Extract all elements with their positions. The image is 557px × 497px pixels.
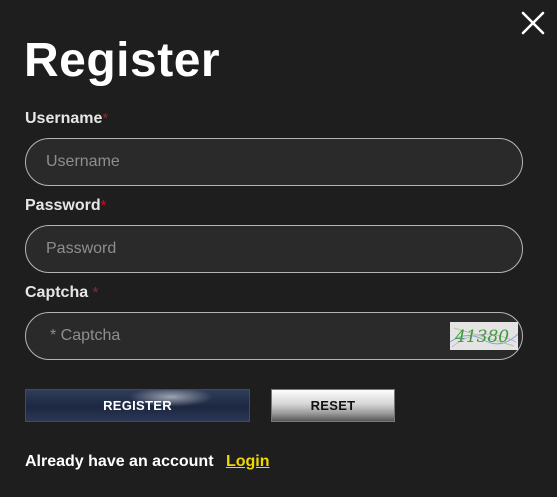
captcha-required-mark: * — [92, 284, 99, 301]
username-label-text: Username — [25, 110, 103, 127]
captcha-image[interactable]: 41380 — [450, 322, 518, 350]
captcha-label: Captcha * — [25, 284, 98, 302]
register-modal: Register Username* Password* Captcha * 4… — [0, 0, 557, 497]
username-field[interactable] — [25, 138, 523, 186]
reset-button[interactable]: RESET — [271, 389, 395, 422]
captcha-text: 41380 — [454, 327, 509, 347]
page-title: Register — [24, 34, 221, 87]
login-prompt-text: Already have an account — [25, 453, 214, 470]
username-input[interactable] — [26, 139, 522, 185]
captcha-field[interactable]: 41380 — [25, 312, 523, 360]
password-label-text: Password — [25, 197, 101, 214]
close-icon[interactable] — [520, 10, 546, 36]
password-required-mark: * — [100, 197, 107, 214]
register-button[interactable]: REGISTER — [25, 389, 250, 422]
username-label: Username* — [25, 110, 108, 128]
login-link[interactable]: Login — [226, 453, 270, 470]
captcha-input[interactable] — [26, 313, 446, 359]
username-required-mark: * — [102, 110, 109, 127]
captcha-label-text: Captcha — [25, 284, 89, 301]
password-input[interactable] — [26, 226, 522, 272]
login-prompt: Already have an account Login — [25, 453, 270, 471]
password-label: Password* — [25, 197, 106, 215]
password-field[interactable] — [25, 225, 523, 273]
